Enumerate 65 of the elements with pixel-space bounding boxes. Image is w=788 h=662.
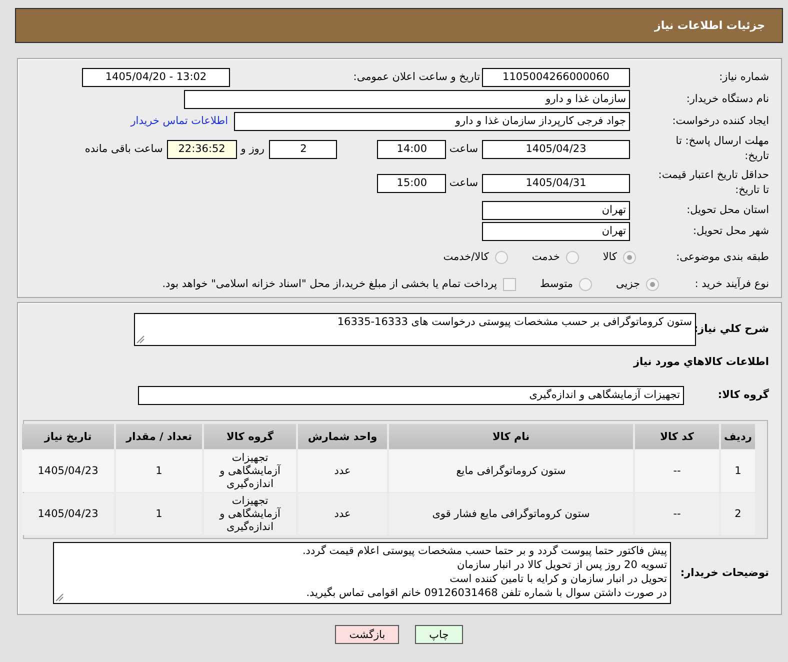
radio-label: کالا (602, 251, 617, 263)
buyer-notes-field[interactable]: پیش فاکتور حتما پیوست گردد و بر حتما حسب مشخصات پیوستی اعلام قیمت گردد. تسویه 20 روز پس از تحویل کالا در انبار سازمان تحویل در انبار سازمان و کرایه با تامین کننده است در صورت داشتن سوال با شماره تلفن 09126031468 خانم اقوامی تماس بگیرید. (53, 542, 671, 604)
field-label: استان محل تحویل: (686, 202, 769, 218)
field-label: طبقه بندی موضوعی: (676, 250, 769, 264)
days-label: روز و (240, 143, 264, 155)
table-header-cell: واحد شمارش (298, 424, 387, 449)
print-button[interactable]: چاپ (415, 625, 463, 644)
field-label: ایجاد کننده درخواست: (672, 114, 769, 128)
goods-group-field[interactable]: تجهیزات آزمایشگاهی و اندازه‌گیری (138, 386, 684, 404)
validity-time-field[interactable]: 15:00 (377, 174, 446, 192)
radio-label: خدمت (532, 251, 560, 263)
field-label: توضیحات خریدار: (680, 566, 769, 580)
table-cell: عدد (298, 450, 387, 492)
radio-label: کالا/خدمت (443, 251, 489, 263)
remaining-time-label: ساعت باقی مانده (84, 143, 163, 155)
table-cell: تجهیزات آزمایشگاهی و اندازه‌گیری (204, 450, 296, 492)
section-title: اطلاعات کالاهاي مورد نیاز (633, 354, 769, 370)
need-number-field[interactable]: 1105004266000060 (482, 68, 630, 86)
table-cell: عدد (298, 493, 387, 535)
table-cell: 2 (721, 493, 755, 535)
field-label: شهر محل تحویل: (693, 224, 769, 238)
table-cell: ستون کروماتوگرافی مایع فشار قوی (389, 493, 633, 535)
time-label: ساعت (449, 143, 478, 155)
buyer-contact-link[interactable]: اطلاعات تماس خریدار (130, 115, 228, 127)
field-label: نوع فرآیند خرید : (694, 276, 769, 292)
table-cell: 1 (116, 493, 202, 535)
field-label: حداقل تاریخ اعتبار قیمت: تا تاریخ: (657, 168, 769, 198)
table-header-cell: گروه کالا (204, 424, 296, 449)
page-title: جزئیات اطلاعات نیاز (654, 19, 765, 32)
table-cell: 1 (116, 450, 202, 492)
checkbox-label: پرداخت تمام یا بخشی از مبلغ خرید،از محل "اسناد خزانه اسلامی" خواهد بود. (162, 278, 498, 290)
table-cell: تجهیزات آزمایشگاهی و اندازه‌گیری (204, 493, 296, 535)
announcement-date-field[interactable]: 1405/04/20 - 13:02 (82, 68, 230, 86)
field-label: گروه کالا: (718, 388, 769, 402)
table-cell: -- (635, 450, 719, 492)
back-button[interactable]: بازگشت (335, 625, 400, 644)
field-label: نام دستگاه خریدار: (686, 92, 769, 106)
table-header-cell: تاریخ نیاز (22, 424, 114, 449)
radio-label: جزیی (616, 278, 640, 290)
validity-date-field[interactable]: 1405/04/31 (482, 174, 630, 192)
table-header-cell: تعداد / مقدار (116, 424, 202, 449)
radio-label: متوسط (540, 278, 574, 290)
days-field[interactable]: 2 (269, 140, 338, 158)
field-label: شماره نیاز: (719, 70, 769, 84)
deadline-date-field[interactable]: 1405/04/23 (482, 140, 630, 158)
field-label: تاریخ و ساعت اعلان عمومی: (353, 70, 480, 84)
city-field[interactable]: تهران (482, 222, 630, 240)
table-cell: 1 (721, 450, 755, 492)
table-cell: -- (635, 493, 719, 535)
table-cell: 1405/04/23 (22, 450, 114, 492)
table-header-cell: ردیف (721, 424, 755, 449)
resize-grip-icon[interactable] (55, 593, 64, 602)
table-cell: ستون کروماتوگرافی مایع (389, 450, 633, 492)
table-cell: 1405/04/23 (22, 493, 114, 535)
time-label: ساعت (449, 177, 478, 189)
deadline-time-field[interactable]: 14:00 (377, 140, 446, 158)
description-field[interactable]: ستون کروماتوگرافی بر حسب مشخصات پیوستی درخواست های 16333-16335 (134, 312, 696, 346)
resize-grip-icon[interactable] (136, 334, 145, 344)
field-label: مهلت ارسال پاسخ: تا تاریخ: (674, 134, 769, 164)
table-header-cell: نام کالا (389, 424, 633, 449)
province-field[interactable]: تهران (482, 200, 630, 220)
remaining-time-field[interactable]: 22:36:52 (166, 140, 237, 158)
buyer-organization-field[interactable]: سازمان غذا و دارو (184, 90, 630, 108)
requester-field[interactable]: جواد فرجی کارپرداز سازمان غذا و دارو (234, 112, 630, 130)
table-header-cell: کد کالا (635, 424, 719, 449)
